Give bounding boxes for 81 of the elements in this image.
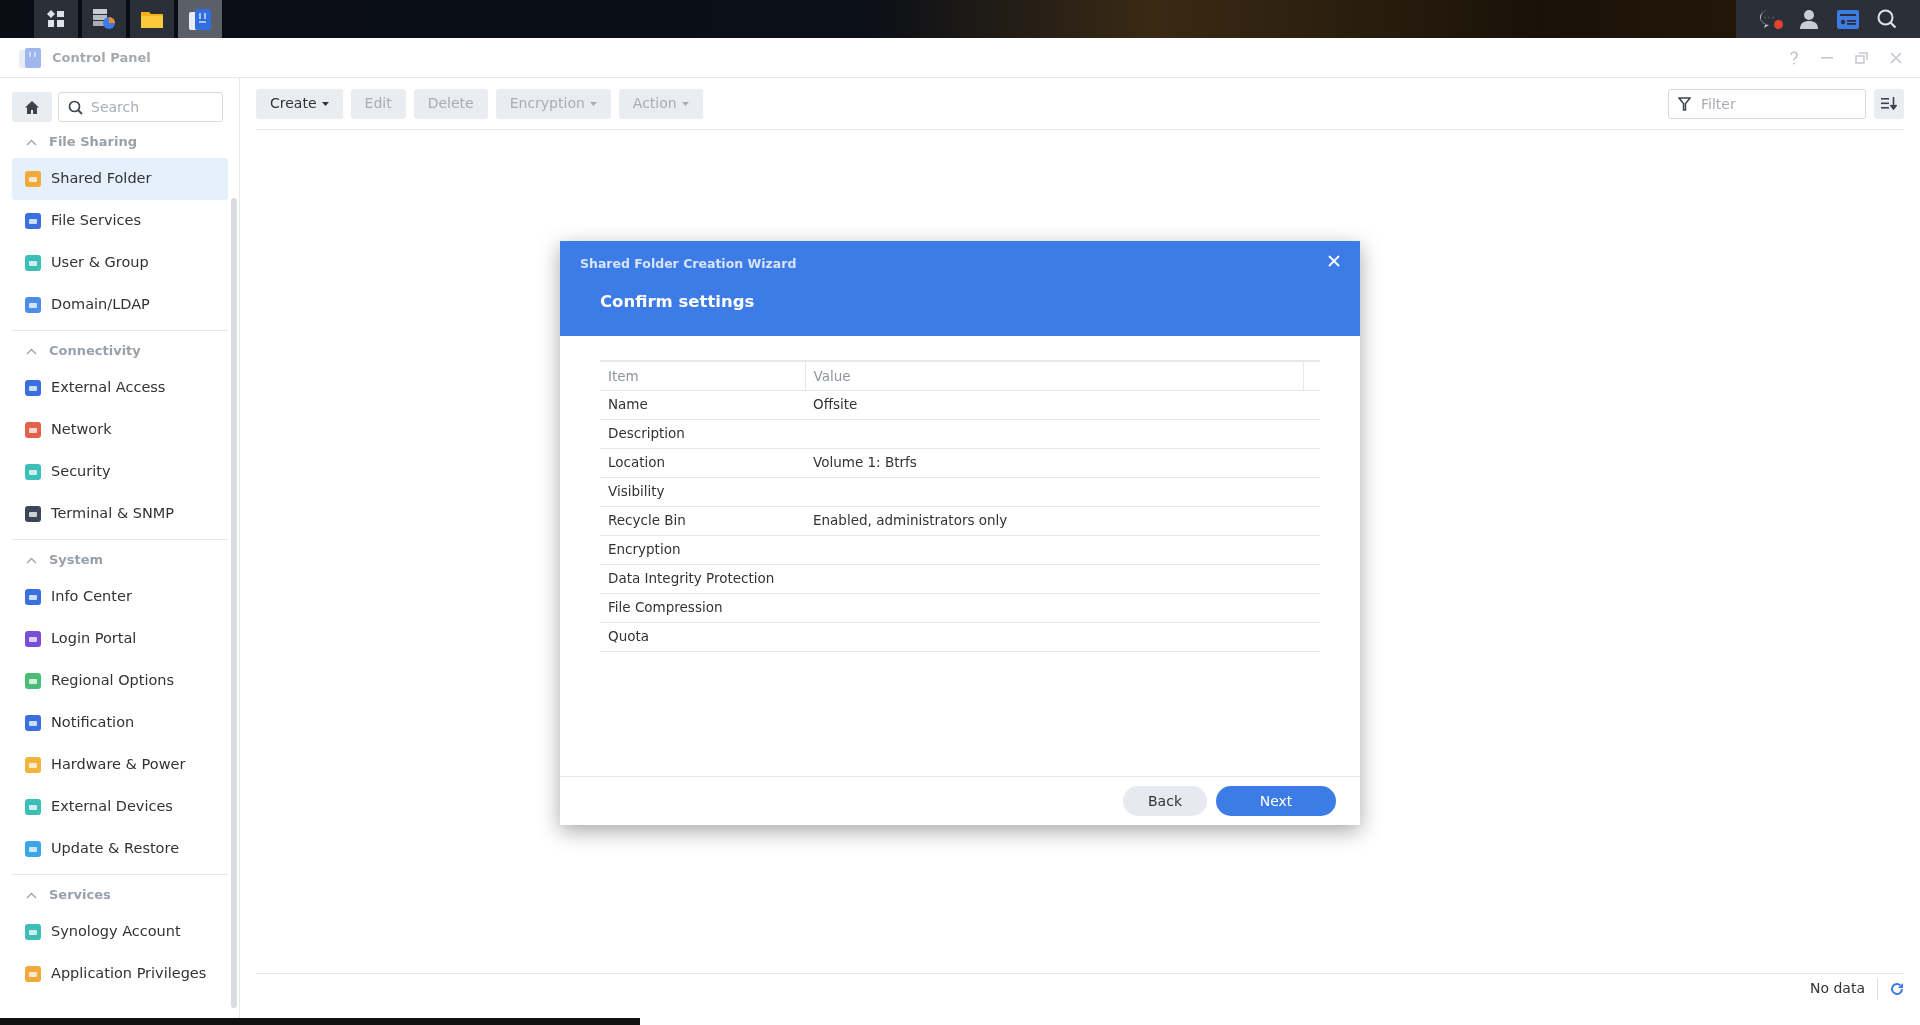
setting-value: Volume 1: Btrfs xyxy=(813,454,917,471)
main-menu-button[interactable] xyxy=(34,0,78,38)
sidebar-item[interactable]: Shared Folder xyxy=(12,158,228,200)
control-panel-icon xyxy=(188,7,212,31)
widget-icon[interactable] xyxy=(1837,9,1859,29)
setting-name: Quota xyxy=(608,628,649,645)
setting-name: File Compression xyxy=(608,599,723,616)
app-icon xyxy=(24,714,42,732)
sidebar-item[interactable]: External Devices xyxy=(12,786,228,828)
search-icon xyxy=(68,100,83,115)
taskbar-app-button[interactable] xyxy=(82,0,126,38)
sidebar-item[interactable]: Login Portal xyxy=(12,618,228,660)
folder-icon xyxy=(140,9,164,29)
app-icon xyxy=(24,505,42,523)
status-text: No data xyxy=(1809,979,1865,998)
chevron-up-icon xyxy=(26,138,37,146)
close-icon xyxy=(1328,255,1340,267)
setting-name: Data Integrity Protection xyxy=(608,570,775,587)
control-panel-icon xyxy=(18,46,42,69)
sidebar-item[interactable]: Info Center xyxy=(12,576,228,618)
app-icon xyxy=(24,630,42,648)
back-button[interactable]: Back xyxy=(1123,786,1207,816)
setting-name: Encryption xyxy=(608,541,681,558)
window-title: Control Panel xyxy=(52,48,151,67)
sidebar-item[interactable]: Domain/LDAP xyxy=(12,284,228,326)
app-icon xyxy=(24,296,42,314)
filter-field[interactable]: Filter xyxy=(1668,88,1866,119)
setting-name: Visibility xyxy=(608,483,665,500)
setting-value: Offsite xyxy=(813,396,858,413)
close-button[interactable] xyxy=(1326,253,1342,269)
setting-value: Enabled, administrators only xyxy=(813,512,1008,529)
sidebar-item[interactable]: Synology Account xyxy=(12,911,228,953)
app-icon xyxy=(24,170,42,188)
app-icon xyxy=(24,798,42,816)
search-icon[interactable] xyxy=(1877,9,1897,29)
sidebar-item[interactable]: User & Group xyxy=(12,242,228,284)
filter-icon xyxy=(1678,96,1691,111)
toolbar-button[interactable]: Create xyxy=(256,88,343,119)
app-icon xyxy=(24,463,42,481)
setting-name: Recycle Bin xyxy=(608,512,686,529)
chevron-up-icon xyxy=(26,347,37,355)
dialog-heading: Confirm settings xyxy=(600,291,756,313)
sidebar-item[interactable]: External Access xyxy=(12,367,228,409)
app-icon xyxy=(24,965,42,983)
sidebar-item[interactable]: Terminal & SNMP xyxy=(12,493,228,535)
sort-icon xyxy=(1881,97,1897,110)
grid-icon xyxy=(47,10,65,28)
chevron-up-icon xyxy=(26,891,37,899)
sidebar-item[interactable]: Application Privileges xyxy=(12,953,228,995)
app-icon xyxy=(24,756,42,774)
home-icon xyxy=(24,99,40,115)
setting-name: Description xyxy=(608,425,685,442)
sidebar-item[interactable]: Hardware & Power xyxy=(12,744,228,786)
taskbar-app-button[interactable] xyxy=(130,0,174,38)
app-icon xyxy=(24,212,42,230)
sort-button[interactable] xyxy=(1874,88,1904,119)
sidebar-item[interactable]: Network xyxy=(12,409,228,451)
user-icon[interactable] xyxy=(1799,9,1819,29)
refresh-icon[interactable] xyxy=(1890,981,1904,996)
app-icon xyxy=(24,840,42,858)
sidebar-item[interactable]: Security xyxy=(12,451,228,493)
storage-chart-icon xyxy=(92,8,116,30)
taskbar-app-button[interactable] xyxy=(178,0,222,38)
app-icon xyxy=(24,379,42,397)
app-icon xyxy=(24,421,42,439)
sidebar-item[interactable]: Notification xyxy=(12,702,228,744)
app-icon xyxy=(24,588,42,606)
home-button[interactable] xyxy=(12,92,52,122)
sidebar-item[interactable]: Update & Restore xyxy=(12,828,228,870)
search-field[interactable]: Search xyxy=(58,92,223,122)
setting-name: Name xyxy=(608,396,648,413)
sidebar-item[interactable]: Regional Options xyxy=(12,660,228,702)
chevron-up-icon xyxy=(26,556,37,564)
setting-name: Location xyxy=(608,454,666,471)
sidebar-item[interactable]: File Services xyxy=(12,200,228,242)
app-icon xyxy=(24,254,42,272)
next-button[interactable]: Next xyxy=(1216,786,1336,816)
scrollbar[interactable] xyxy=(231,198,237,1008)
app-icon xyxy=(24,672,42,690)
app-icon xyxy=(24,923,42,941)
dialog-title: Shared Folder Creation Wizard xyxy=(580,255,797,273)
